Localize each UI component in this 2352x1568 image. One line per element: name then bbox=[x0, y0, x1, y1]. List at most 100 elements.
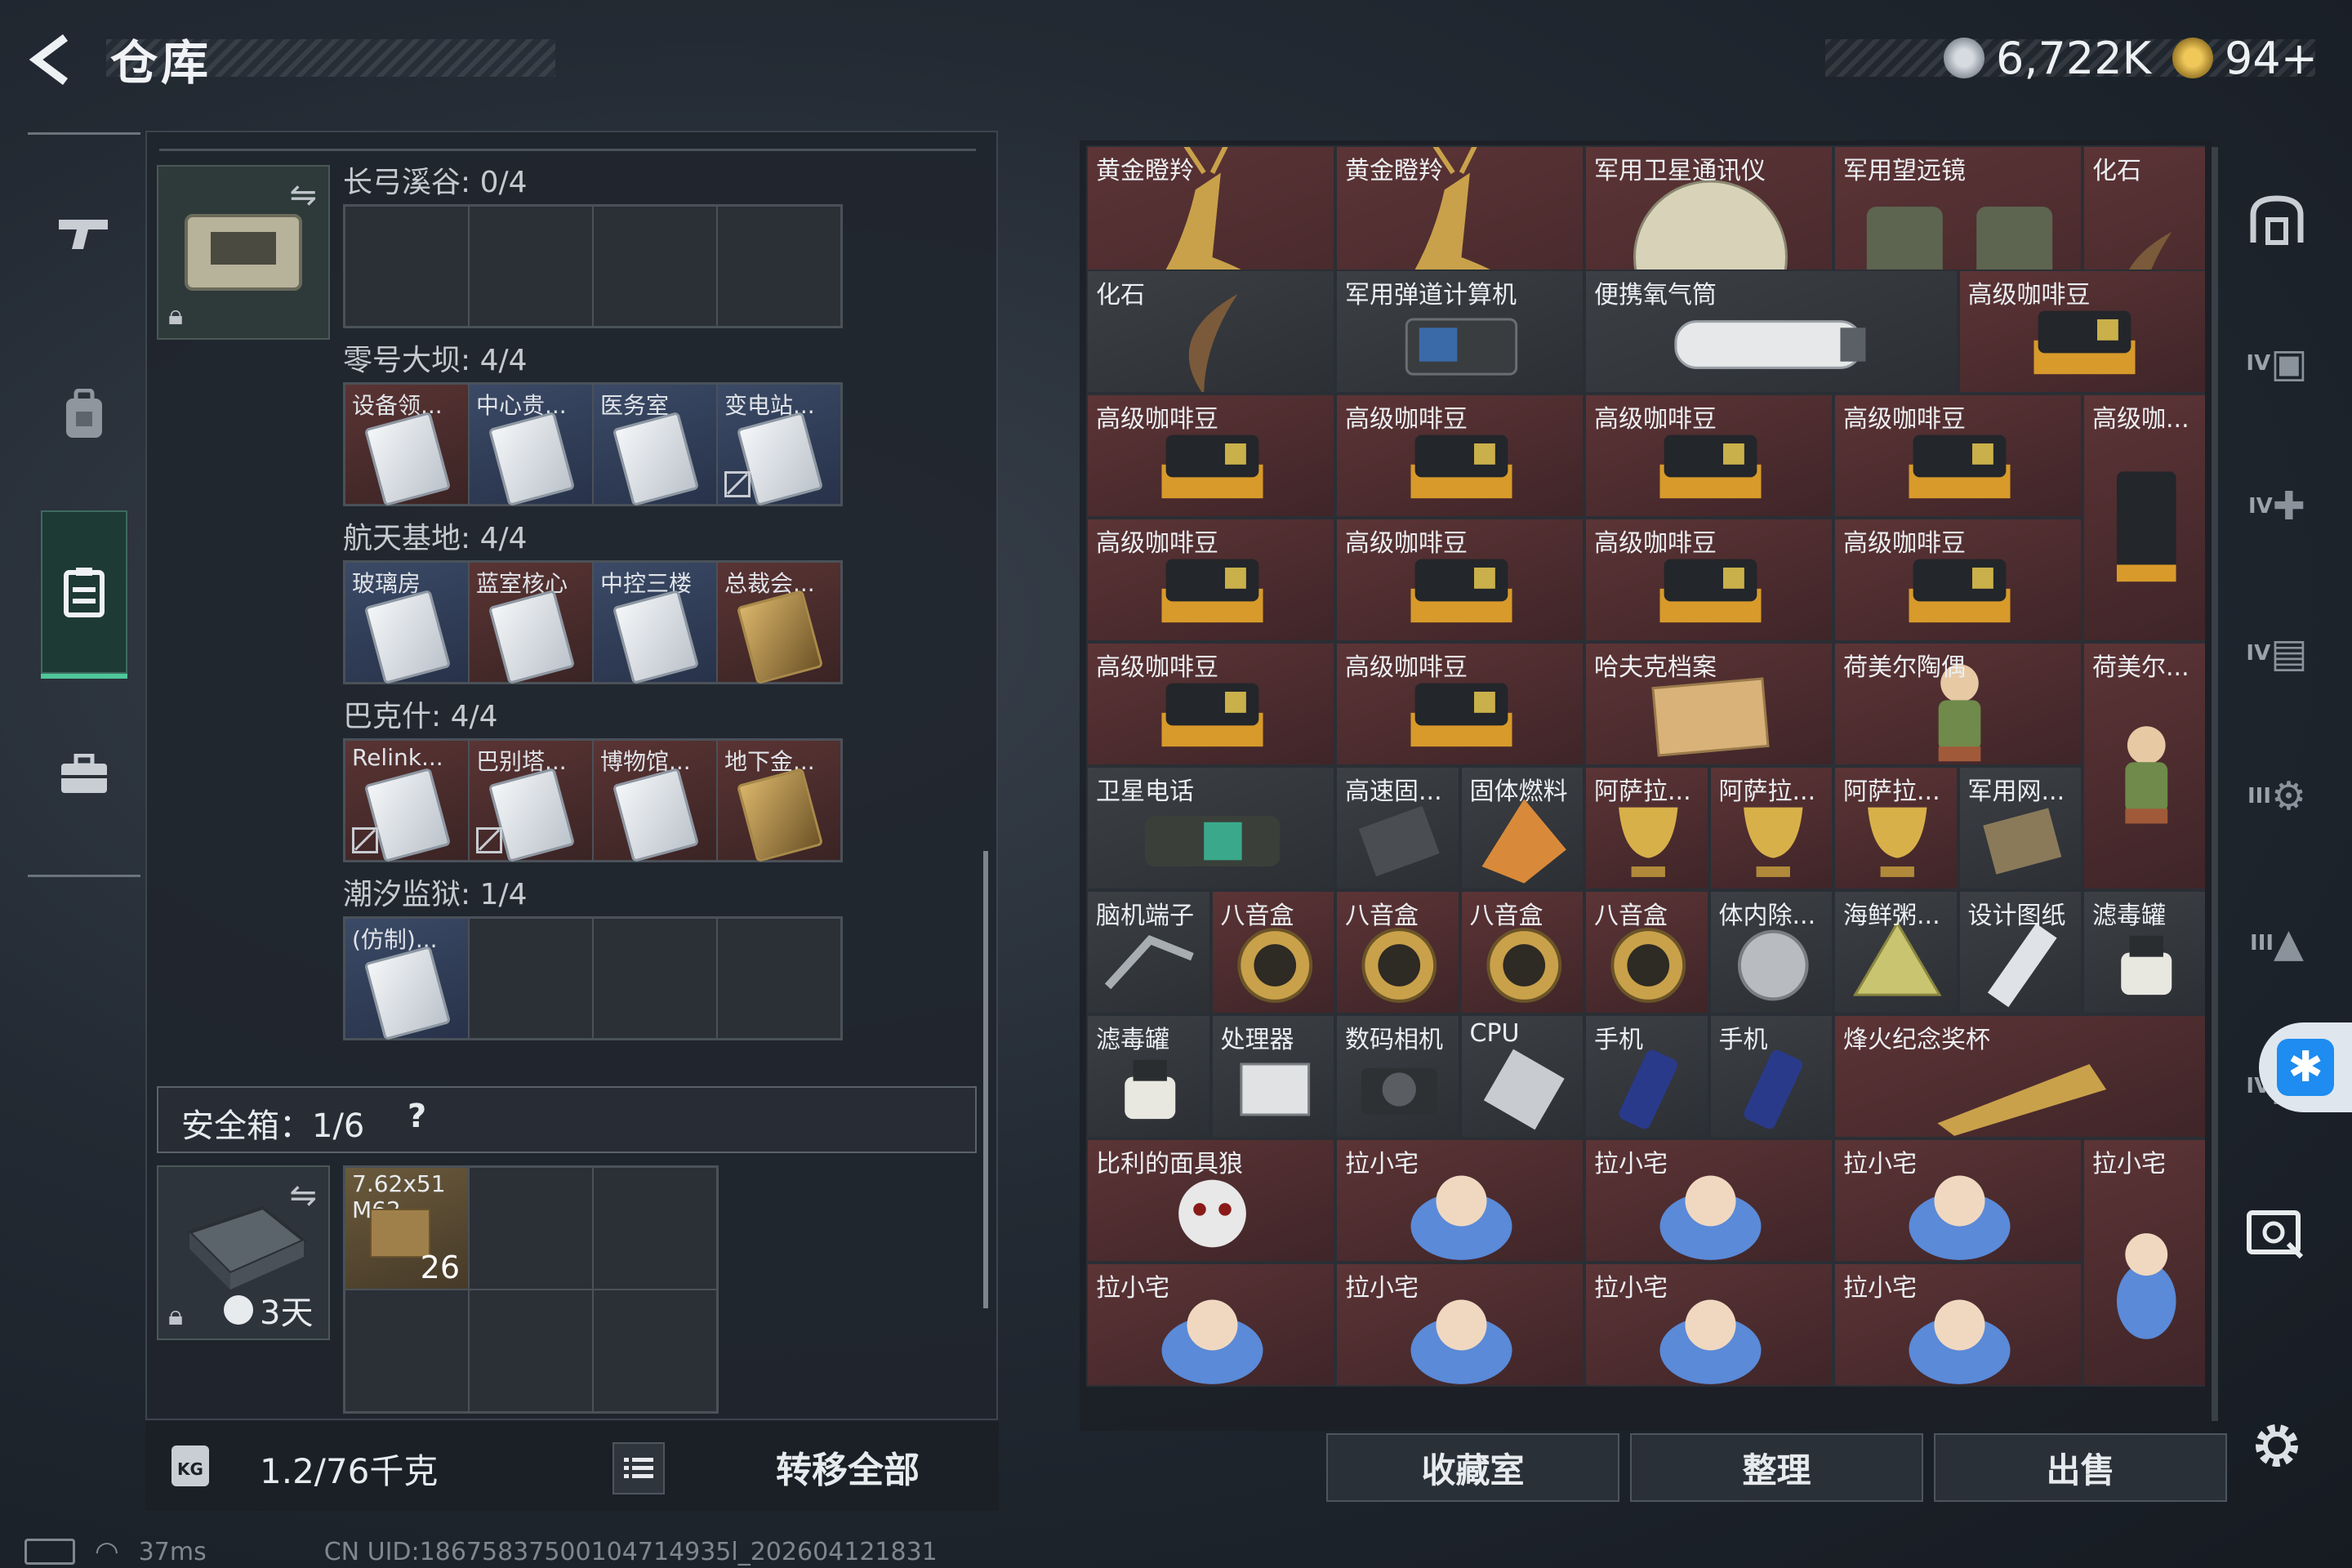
filter-docs-button[interactable]: IV ▤ bbox=[2236, 617, 2318, 690]
inventory-item[interactable]: 军用弹道计算机 bbox=[1335, 270, 1584, 394]
inventory-item[interactable]: 荷美尔... bbox=[2082, 642, 2205, 890]
key-slot[interactable]: 蓝室核心 bbox=[469, 562, 593, 685]
inventory-item[interactable]: 拉小宅 bbox=[2082, 1138, 2205, 1387]
key-slot[interactable] bbox=[593, 206, 717, 327]
safe-slot[interactable] bbox=[345, 1290, 469, 1412]
inventory-item[interactable]: 哈夫克档案 bbox=[1584, 642, 1833, 766]
safe-slot[interactable] bbox=[469, 1167, 593, 1290]
inventory-item[interactable]: 高级咖啡豆 bbox=[1584, 518, 1833, 642]
key-slot[interactable]: 地下金... bbox=[717, 740, 841, 863]
inventory-item[interactable]: 拉小宅 bbox=[1833, 1263, 2082, 1387]
settings-button[interactable] bbox=[2236, 1409, 2318, 1482]
inventory-item[interactable]: 拉小宅 bbox=[1584, 1138, 1833, 1263]
key-slot[interactable]: 变电站... bbox=[717, 384, 841, 507]
inventory-item[interactable]: 体内除... bbox=[1708, 890, 1833, 1014]
key-slot[interactable] bbox=[717, 918, 841, 1039]
key-slot[interactable]: 中心贵... bbox=[469, 384, 593, 507]
filter-gear-button[interactable]: IV ▣ bbox=[2236, 327, 2318, 400]
sell-button[interactable]: 出售 bbox=[1934, 1433, 2227, 1502]
ammo-slot[interactable]: 7.62x51 M62 26 bbox=[345, 1167, 469, 1290]
inventory-item[interactable]: 便携氧气筒 bbox=[1584, 270, 1958, 394]
inventory-item[interactable]: 拉小宅 bbox=[1086, 1263, 1335, 1387]
inventory-item[interactable]: 数码相机 bbox=[1335, 1014, 1460, 1138]
key-slot[interactable]: 医务室 bbox=[593, 384, 717, 507]
key-slot[interactable]: 博物馆... bbox=[593, 740, 717, 863]
inventory-item[interactable]: 八音盒 bbox=[1210, 890, 1335, 1014]
inventory-item[interactable]: 海鲜粥... bbox=[1833, 890, 1958, 1014]
inventory-item[interactable]: 高速固... bbox=[1335, 766, 1460, 890]
safe-slot[interactable] bbox=[593, 1290, 717, 1412]
help-button[interactable]: ? bbox=[408, 1098, 426, 1135]
inventory-item[interactable]: 高级咖啡豆 bbox=[1833, 394, 2082, 518]
inventory-item[interactable]: 高级咖啡豆 bbox=[1958, 270, 2205, 394]
filter-safe-button[interactable] bbox=[2236, 1196, 2318, 1270]
inventory-item[interactable]: 高级咖啡豆 bbox=[1833, 518, 2082, 642]
inventory-item[interactable]: 阿萨拉... bbox=[1833, 766, 1958, 890]
inventory-item[interactable]: 军用网... bbox=[1958, 766, 2082, 890]
inventory-item[interactable]: 固体燃料 bbox=[1459, 766, 1584, 890]
key-slot[interactable]: 玻璃房 bbox=[345, 562, 469, 685]
filter-tools-button[interactable]: III ⚙ bbox=[2236, 760, 2318, 833]
filter-valuables-button[interactable]: III ▲ bbox=[2236, 906, 2318, 980]
accessibility-button[interactable]: ✱ bbox=[2259, 1022, 2352, 1112]
key-slot[interactable] bbox=[469, 206, 593, 327]
inventory-item[interactable]: 八音盒 bbox=[1335, 890, 1460, 1014]
inventory-item[interactable]: 脑机端子 bbox=[1086, 890, 1211, 1014]
key-slot[interactable]: 中控三楼 bbox=[593, 562, 717, 685]
key-slot[interactable] bbox=[593, 918, 717, 1039]
nav-case[interactable] bbox=[41, 731, 127, 817]
inventory-item[interactable]: CPU bbox=[1459, 1014, 1584, 1138]
key-slot[interactable]: 设备领... bbox=[345, 384, 469, 507]
inventory-item[interactable]: 手机 bbox=[1584, 1014, 1709, 1138]
key-slot[interactable]: (仿制)... bbox=[345, 918, 469, 1041]
inventory-item[interactable]: 烽火纪念奖杯 bbox=[1833, 1014, 2205, 1138]
nav-backpack[interactable] bbox=[41, 372, 127, 458]
key-slot[interactable]: Relink... bbox=[345, 740, 469, 863]
inventory-item[interactable]: 高级咖啡豆 bbox=[1086, 394, 1335, 518]
key-slot[interactable] bbox=[469, 918, 593, 1039]
key-slot[interactable]: 总裁会... bbox=[717, 562, 841, 685]
inventory-item[interactable]: 高级咖啡豆 bbox=[1584, 394, 1833, 518]
inventory-item[interactable]: 设计图纸 bbox=[1958, 890, 2082, 1014]
safe-slot[interactable] bbox=[593, 1167, 717, 1290]
inventory-item[interactable]: 八音盒 bbox=[1459, 890, 1584, 1014]
nav-weapons[interactable] bbox=[41, 190, 127, 277]
inventory-item[interactable]: 阿萨拉... bbox=[1708, 766, 1833, 890]
sort-button[interactable]: 整理 bbox=[1630, 1433, 1923, 1502]
swap-icon[interactable]: ⇋ bbox=[289, 176, 317, 214]
filter-all-button[interactable] bbox=[2236, 184, 2318, 257]
inventory-item[interactable]: 拉小宅 bbox=[1335, 1138, 1584, 1263]
inventory-item[interactable]: 高级咖啡豆 bbox=[1335, 518, 1584, 642]
nav-storage[interactable] bbox=[41, 510, 127, 679]
inventory-item[interactable]: 滤毒罐 bbox=[1086, 1014, 1211, 1138]
inventory-item[interactable]: 阿萨拉... bbox=[1584, 766, 1709, 890]
inventory-item[interactable]: 手机 bbox=[1708, 1014, 1833, 1138]
inventory-item[interactable]: 高级咖... bbox=[2082, 394, 2205, 642]
collection-room-button[interactable]: 收藏室 bbox=[1326, 1433, 1619, 1502]
key-slot[interactable] bbox=[345, 206, 469, 327]
inventory-item[interactable]: 卫星电话 bbox=[1086, 766, 1335, 890]
back-button[interactable] bbox=[24, 31, 90, 88]
inventory-item[interactable]: 比利的面具狼 bbox=[1086, 1138, 1335, 1263]
safe-slot[interactable] bbox=[469, 1290, 593, 1412]
inventory-item[interactable]: 高级咖啡豆 bbox=[1086, 642, 1335, 766]
scrollbar[interactable] bbox=[983, 851, 988, 1308]
key-slot[interactable]: 巴别塔... bbox=[469, 740, 593, 863]
inventory-item[interactable]: 八音盒 bbox=[1584, 890, 1709, 1014]
inventory-item[interactable]: 拉小宅 bbox=[1584, 1263, 1833, 1387]
inventory-item[interactable]: 拉小宅 bbox=[1833, 1138, 2082, 1263]
inventory-item[interactable]: 化石 bbox=[1086, 270, 1335, 394]
swap-icon[interactable]: ⇋ bbox=[289, 1177, 317, 1214]
filter-medical-button[interactable]: IV ✚ bbox=[2236, 470, 2318, 543]
inventory-scrollbar[interactable] bbox=[2212, 147, 2218, 1421]
key-case-slot[interactable]: ⇋ 🔒︎ bbox=[157, 165, 330, 340]
transfer-all-button[interactable]: 转移全部 bbox=[709, 1437, 987, 1496]
inventory-item[interactable]: 高级咖啡豆 bbox=[1335, 394, 1584, 518]
inventory-item[interactable]: 处理器 bbox=[1210, 1014, 1335, 1138]
list-view-button[interactable] bbox=[612, 1442, 665, 1494]
safe-case-slot[interactable]: ⇋ 🔒︎ 3天 bbox=[157, 1165, 330, 1340]
key-slot[interactable] bbox=[717, 206, 841, 327]
inventory-item[interactable]: 荷美尔陶偶 bbox=[1833, 642, 2082, 766]
inventory-item[interactable]: 滤毒罐 bbox=[2082, 890, 2205, 1014]
inventory-item[interactable]: 高级咖啡豆 bbox=[1335, 642, 1584, 766]
